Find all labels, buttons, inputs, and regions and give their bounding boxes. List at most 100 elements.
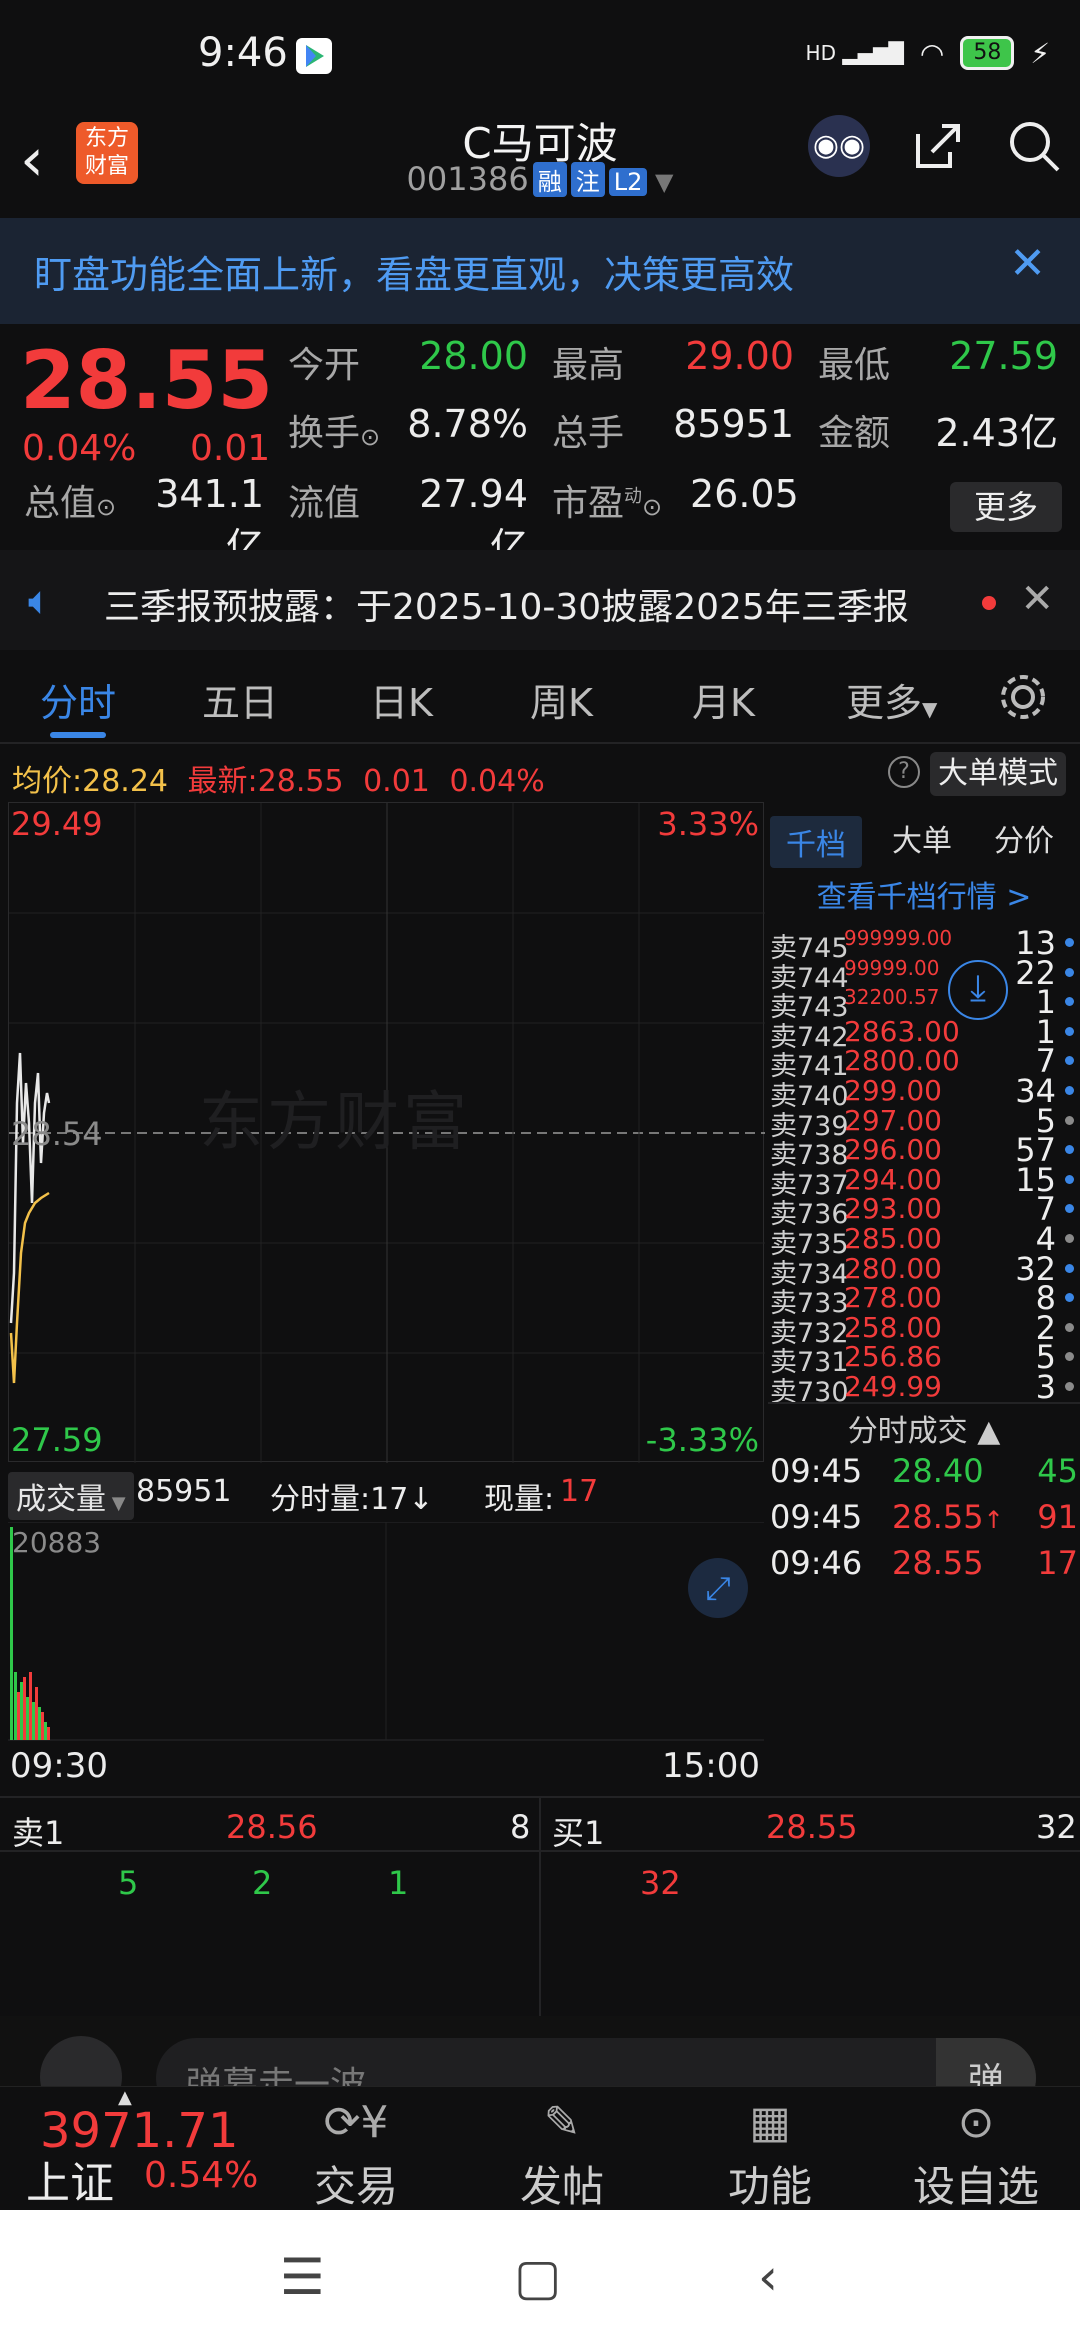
- tab-weekly-k[interactable]: 周K: [530, 672, 593, 727]
- announcement-bar[interactable]: 🔈︎ 三季报预披露：于2025-10-30披露2025年三季报 ✕: [0, 550, 1080, 650]
- active-tab-indicator: [50, 732, 106, 738]
- index-name: 上证: [26, 2158, 114, 2209]
- status-time: 9:46: [198, 30, 288, 76]
- search-icon[interactable]: [1006, 118, 1062, 174]
- buy1-vol: 32: [1036, 1808, 1077, 1846]
- chart-bottom-price: 27.59: [11, 1421, 103, 1459]
- home-icon[interactable]: ▢: [514, 2248, 561, 2306]
- tab-intraday[interactable]: 分时: [40, 672, 116, 727]
- current-price: 28.55: [20, 334, 274, 427]
- trade-price: 28.55↑: [892, 1498, 1004, 1536]
- expand-icon[interactable]: ⤢: [688, 1558, 748, 1618]
- bottom-nav: 3971.71 上证 0.54% ▲ ⟳¥ 交易 ✎ 发帖 ▦ 功能 ⊙ 设自选: [0, 2086, 1080, 2211]
- avg-latest-readout: 均价:28.24 最新:28.55 0.01 0.04%: [12, 764, 545, 799]
- nav-add-watchlist[interactable]: ⊙ 设自选: [906, 2097, 1046, 2214]
- sell-queue-item: 5: [118, 1864, 139, 1902]
- share-icon[interactable]: [910, 118, 966, 174]
- feature-notice-banner[interactable]: 盯盘功能全面上新，看盘更直观，决策更高效 ✕: [0, 218, 1080, 324]
- robot-assistant-icon[interactable]: ◉◉: [808, 115, 870, 177]
- nav-post-label: 发帖: [519, 2162, 604, 2211]
- trades-title[interactable]: 分时成交 ▲: [768, 1406, 1080, 1450]
- trade-row: 09:45 28.55↑ 91: [768, 1498, 1080, 1544]
- trade-time: 09:46: [770, 1544, 863, 1582]
- chart-bottom-pct: -3.33%: [645, 1421, 759, 1459]
- tab-daily-k[interactable]: 日K: [370, 672, 433, 727]
- caret-down-icon[interactable]: ▼: [647, 168, 673, 196]
- index-pct: 0.54%: [144, 2155, 259, 2196]
- order-dot: [1065, 938, 1074, 947]
- back-nav-icon[interactable]: ‹: [758, 2248, 778, 2306]
- tab-price-dist[interactable]: 分价: [994, 816, 1054, 860]
- order-dot: [1065, 1234, 1074, 1243]
- grid-icon: ▦: [749, 2097, 791, 2148]
- danmaku-list-icon[interactable]: [40, 2036, 122, 2086]
- intraday-chart[interactable]: 东方财富 29.49 3.33% 28.54 27.59 -3.33%: [8, 802, 765, 1463]
- tab-big-order[interactable]: 大单: [892, 816, 952, 860]
- stock-header: ‹ 东方财富 C马可波 001386 融注 L2 ▼ ◉◉: [0, 110, 1080, 220]
- help-icon[interactable]: ?: [888, 756, 920, 788]
- close-icon[interactable]: ✕: [1020, 576, 1054, 622]
- nav-trade[interactable]: ⟳¥ 交易: [286, 2097, 426, 2214]
- high-label: 最高: [552, 345, 625, 386]
- index-quote[interactable]: 3971.71 上证 0.54% ▲: [0, 2087, 290, 2211]
- close-icon[interactable]: ✕: [1009, 238, 1046, 289]
- trade-volume: 17: [1037, 1544, 1078, 1582]
- order-book-panel: 千档 大单 分价 查看千档行情 > 卖745 999999.00 13 卖744 999…: [768, 802, 1080, 1796]
- tag-margin: 融: [532, 162, 567, 197]
- order-row[interactable]: 卖730 249.99 3: [768, 1366, 1080, 1402]
- turnover-label[interactable]: 换手⊙: [288, 404, 380, 456]
- settings-icon[interactable]: [998, 672, 1048, 722]
- order-dot: [1065, 967, 1074, 977]
- bid-ask-panel: 卖1 28.56 8 买1 28.55 32 5 2 1 32: [0, 1796, 1080, 2018]
- menu-icon[interactable]: ☰: [280, 2248, 325, 2306]
- nav-post[interactable]: ✎ 发帖: [492, 2097, 632, 2214]
- stock-code: 001386: [406, 160, 529, 198]
- change-amount: 0.01: [190, 428, 271, 469]
- nav-functions-label: 功能: [727, 2162, 812, 2211]
- sell1-vol: 8: [510, 1808, 531, 1846]
- trade-price: 28.40: [892, 1452, 984, 1490]
- battery-icon: 58: [960, 36, 1015, 70]
- nav-add-watchlist-label: 设自选: [912, 2162, 1039, 2211]
- big-order-mode-button[interactable]: 大单模式: [930, 752, 1066, 796]
- order-dot: [1065, 1086, 1074, 1095]
- float-label: 流值: [288, 483, 361, 524]
- tab-more[interactable]: 更多▼: [846, 672, 937, 727]
- volume-chart: 20883 ⤢ 09:30 15:00: [8, 1466, 764, 1796]
- open-value: 28.00: [419, 334, 528, 378]
- watermark-text: 东方财富: [199, 1086, 471, 1160]
- avg-price-line: [9, 1191, 50, 1384]
- yen-cycle-icon: ⟳¥: [323, 2097, 389, 2148]
- more-icon: ⊙: [957, 2097, 995, 2148]
- speaker-icon: 🔈︎: [28, 578, 52, 624]
- volume-bars: [8, 1522, 764, 1741]
- download-icon[interactable]: ⤓: [948, 960, 1008, 1020]
- mktcap-label[interactable]: 总值⊙: [24, 474, 116, 526]
- play-store-icon: [296, 38, 332, 74]
- order-price: 249.99: [844, 1370, 942, 1402]
- danmaku-input[interactable]: 弹幕走一波: [156, 2038, 1036, 2086]
- order-price: 99999.00: [844, 955, 940, 980]
- nav-functions[interactable]: ▦ 功能: [700, 2097, 840, 2214]
- system-nav-bar: ☰ ▢ ‹: [0, 2210, 1080, 2340]
- tab-five-day[interactable]: 五日: [202, 672, 278, 727]
- danmaku-send-button[interactable]: 弹: [936, 2038, 1036, 2086]
- amount-value: 2.43亿: [935, 411, 1058, 455]
- trade-list: 09:45 28.40 45 09:45 28.55↑ 91 09:46 28.55 17: [768, 1452, 1080, 1602]
- end-time: 15:00: [662, 1746, 760, 1786]
- view-thousand-level-link[interactable]: 查看千档行情 >: [768, 872, 1080, 916]
- trade-row: 09:45 28.40 45: [768, 1452, 1080, 1498]
- more-button[interactable]: 更多: [950, 482, 1062, 532]
- pe-label[interactable]: 市盈动⊙: [552, 474, 662, 526]
- trade-time: 09:45: [770, 1498, 863, 1536]
- order-dot: [1065, 1056, 1074, 1066]
- tab-monthly-k[interactable]: 月K: [692, 672, 755, 727]
- tab-thousand-level[interactable]: 千档: [770, 816, 862, 868]
- order-volume: 3: [1035, 1368, 1056, 1402]
- sell-queue-item: 2: [252, 1864, 273, 1902]
- sell-queue-item: 1: [388, 1864, 409, 1902]
- chart-top-price: 29.49: [11, 805, 103, 843]
- low-label: 最低: [818, 345, 891, 386]
- order-list: 卖745 999999.00 13 卖744 99999.00 22 卖743 32200.5…: [768, 922, 1080, 1402]
- order-price: 999999.00: [844, 926, 953, 950]
